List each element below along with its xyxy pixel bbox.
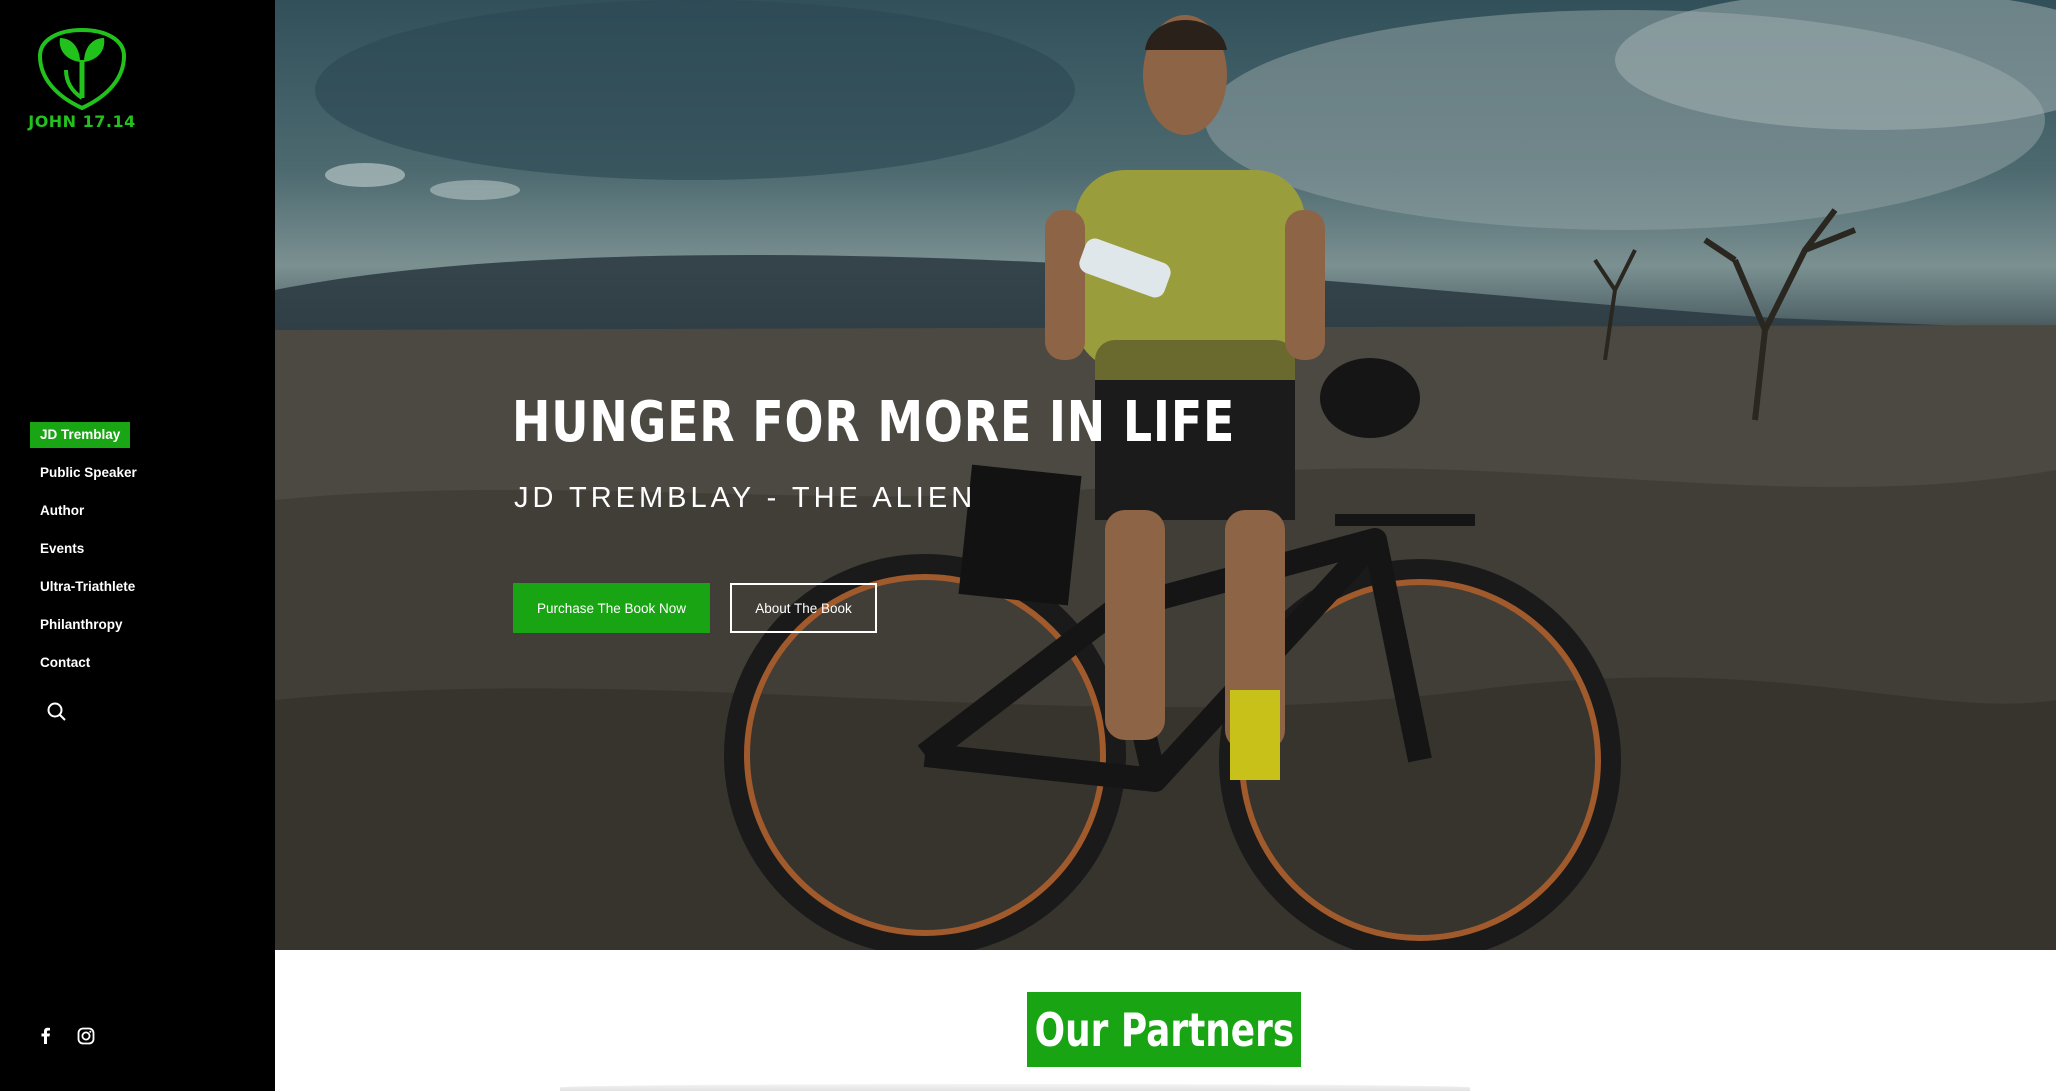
nav-item-public-speaker: Public Speaker [30, 460, 250, 498]
about-book-button[interactable]: About The Book [730, 583, 877, 633]
purchase-book-button[interactable]: Purchase The Book Now [513, 583, 710, 633]
sidebar: JOHN 17.14 JD Tremblay Public Speaker Au… [0, 0, 275, 1091]
nav-item-events: Events [30, 536, 250, 574]
main-nav: JD Tremblay Public Speaker Author Events… [30, 422, 250, 688]
nav-item-author: Author [30, 498, 250, 536]
nav-item-jd-tremblay: JD Tremblay [30, 422, 250, 460]
nav-link-events[interactable]: Events [30, 536, 94, 562]
logo-text: JOHN 17.14 [28, 112, 136, 131]
hero-title: HUNGER FOR MORE IN LIFE [512, 390, 1236, 455]
site-logo[interactable]: JOHN 17.14 [28, 26, 138, 136]
nav-link-public-speaker[interactable]: Public Speaker [30, 460, 147, 486]
nav-item-philanthropy: Philanthropy [30, 612, 250, 650]
nav-item-contact: Contact [30, 650, 250, 688]
hero-subtitle: JD TREMBLAY - THE ALIEN [514, 482, 977, 514]
nav-link-ultra-triathlete[interactable]: Ultra-Triathlete [30, 574, 145, 600]
partners-divider [560, 1084, 1470, 1091]
nav-link-philanthropy[interactable]: Philanthropy [30, 612, 133, 638]
nav-item-ultra-triathlete: Ultra-Triathlete [30, 574, 250, 612]
social-links [36, 1026, 96, 1046]
partners-heading: Our Partners [1034, 1002, 1294, 1057]
instagram-icon[interactable] [76, 1026, 96, 1046]
nav-link-author[interactable]: Author [30, 498, 94, 524]
partners-heading-box: Our Partners [1027, 992, 1301, 1067]
leaf-shield-logo-icon [37, 27, 127, 110]
search-icon[interactable] [46, 701, 68, 723]
hero-section: HUNGER FOR MORE IN LIFE JD TREMBLAY - TH… [275, 0, 2056, 950]
facebook-icon[interactable] [36, 1026, 56, 1046]
nav-link-contact[interactable]: Contact [30, 650, 100, 676]
nav-link-jd-tremblay[interactable]: JD Tremblay [30, 422, 131, 448]
hero-background-image [275, 0, 2056, 950]
